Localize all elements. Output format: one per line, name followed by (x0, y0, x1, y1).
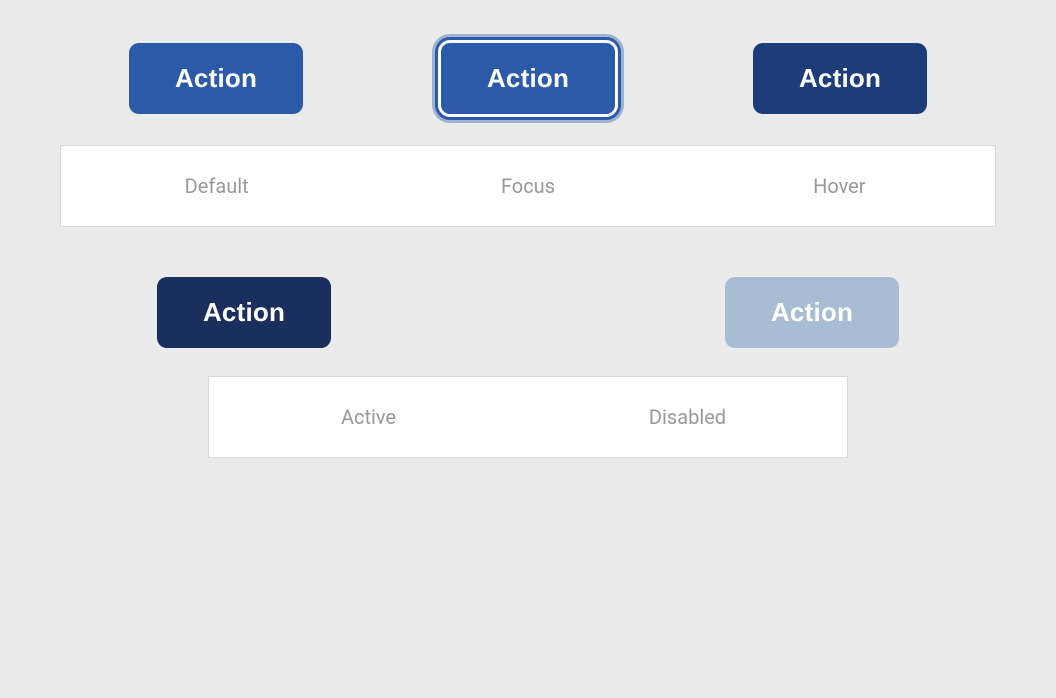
hover-state-label: Hover (684, 145, 996, 227)
button-row-2: Action Action (60, 277, 996, 348)
default-state-label: Default (60, 145, 372, 227)
disabled-cell: Action (628, 277, 996, 348)
disabled-button: Action (725, 277, 899, 348)
active-button[interactable]: Action (157, 277, 331, 348)
hover-button[interactable]: Action (753, 43, 927, 114)
main-container: Action Action Action Default Focus Hover… (0, 0, 1056, 698)
default-button[interactable]: Action (129, 43, 303, 114)
focus-cell: Action (372, 40, 684, 117)
focus-button[interactable]: Action (438, 40, 618, 117)
label-row-2: Active Disabled (60, 376, 996, 458)
default-cell: Action (60, 43, 372, 114)
active-state-label: Active (208, 376, 528, 458)
button-row-1: Action Action Action (60, 40, 996, 117)
active-cell: Action (60, 277, 428, 348)
hover-cell: Action (684, 43, 996, 114)
label-row-1: Default Focus Hover (60, 145, 996, 227)
focus-state-label: Focus (372, 145, 683, 227)
disabled-state-label: Disabled (528, 376, 848, 458)
